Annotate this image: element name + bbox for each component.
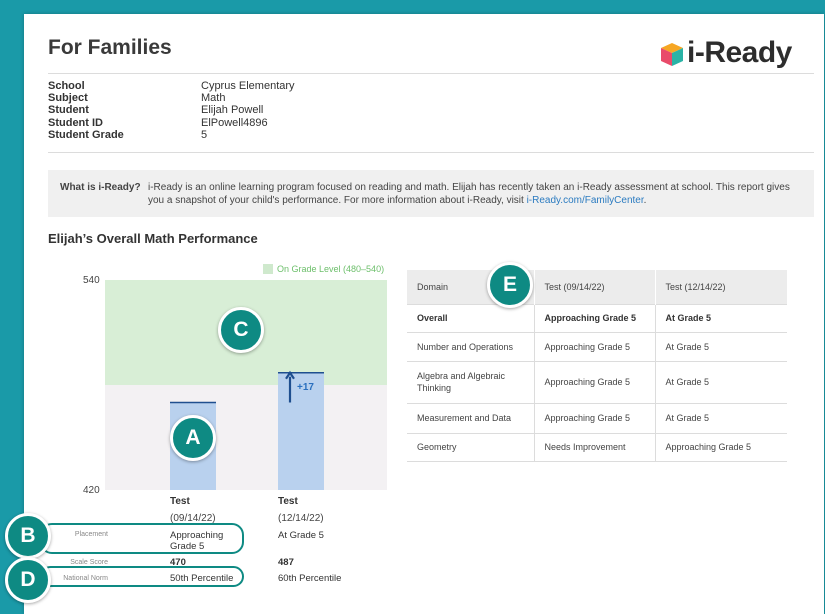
- table-row: Measurement and Data Approaching Grade 5…: [407, 402, 787, 433]
- y-tick-label: 420: [83, 485, 100, 496]
- table-row: Algebra and Algebraic Thinking Approachi…: [407, 360, 787, 403]
- scale-score-test-2: 487: [278, 557, 294, 568]
- column-head-test-1: Test: [170, 496, 190, 507]
- domain-name: Number and Operations: [407, 331, 534, 361]
- domain-table-header: Domain Test (09/14/22) Test (12/14/22): [407, 270, 787, 304]
- domain-result-test-2: Approaching Grade 5: [654, 432, 787, 462]
- national-norm-highlight: [40, 566, 244, 587]
- domain-name: Algebra and Algebraic Thinking: [407, 360, 534, 403]
- callout-badge-e: E: [487, 262, 533, 308]
- domain-result-test-2: At Grade 5: [654, 402, 787, 433]
- y-tick-label: 540: [83, 275, 100, 286]
- table-row: Geometry Needs Improvement Approaching G…: [407, 432, 787, 462]
- domain-result-test-2: At Grade 5: [654, 331, 787, 361]
- domain-name: Measurement and Data: [407, 402, 534, 433]
- column-date-test-2: (12/14/22): [278, 513, 324, 524]
- domain-table: Domain Test (09/14/22) Test (12/14/22) O…: [407, 270, 787, 462]
- domain-result-test-2: At Grade 5: [654, 360, 787, 403]
- score-change-label: +17: [297, 381, 314, 393]
- table-row: Overall Approaching Grade 5 At Grade 5: [407, 303, 787, 332]
- callout-badge-a: A: [170, 415, 216, 461]
- national-norm-test-2: 60th Percentile: [278, 573, 342, 584]
- domain-result-test-1: Approaching Grade 5: [533, 303, 655, 332]
- domain-result-test-1: Approaching Grade 5: [533, 402, 655, 433]
- domain-result-test-1: Needs Improvement: [533, 432, 655, 462]
- domain-name: Geometry: [407, 432, 534, 462]
- header-test-1: Test (09/14/22): [533, 270, 655, 304]
- domain-result-test-1: Approaching Grade 5: [533, 360, 655, 403]
- placement-test-2: At Grade 5: [278, 530, 324, 541]
- column-head-test-2: Test: [278, 496, 298, 507]
- domain-result-test-2: At Grade 5: [654, 303, 787, 332]
- domain-result-test-1: Approaching Grade 5: [533, 331, 655, 361]
- callout-badge-c: C: [218, 307, 264, 353]
- table-row: Number and Operations Approaching Grade …: [407, 331, 787, 361]
- header-test-2: Test (12/14/22): [654, 270, 787, 304]
- callout-badge-b: B: [5, 513, 51, 559]
- domain-name: Overall: [407, 303, 534, 332]
- callout-badge-d: D: [5, 557, 51, 603]
- placement-highlight: [40, 523, 244, 554]
